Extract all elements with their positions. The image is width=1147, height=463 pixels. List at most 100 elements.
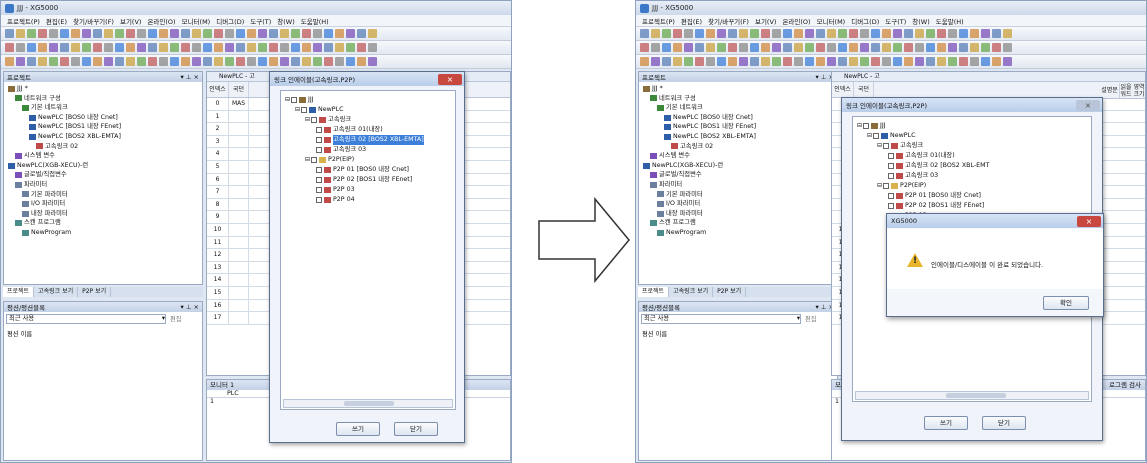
menu-item[interactable]: 창(W) — [274, 16, 297, 26]
tree-node[interactable]: NewPLC [BOS0 내장 Cnet] — [641, 113, 835, 123]
toolbar-button-icon[interactable] — [728, 57, 737, 66]
toolbar-button-icon[interactable] — [71, 29, 80, 38]
close-icon[interactable]: × — [438, 73, 462, 85]
link-tree-node[interactable]: P2P 02 [BOS1 내장 FEnet] — [855, 201, 1089, 211]
checkbox[interactable] — [316, 127, 322, 133]
tree-node[interactable]: JJJ * — [641, 84, 835, 94]
toolbar-button-icon[interactable] — [104, 29, 113, 38]
toolbar-button-icon[interactable] — [27, 43, 36, 52]
toolbar-button-icon[interactable] — [346, 57, 355, 66]
menu-item[interactable]: 프로젝트(P) — [4, 16, 43, 26]
row-type-cell[interactable] — [229, 261, 249, 274]
toolbar-button-icon[interactable] — [750, 43, 759, 52]
toolbar-button-icon[interactable] — [794, 43, 803, 52]
toolbar-button-icon[interactable] — [915, 57, 924, 66]
toolbar-button-icon[interactable] — [970, 57, 979, 66]
toolbar-button-icon[interactable] — [882, 29, 891, 38]
menu-item[interactable]: 찾기/바꾸기(F) — [70, 16, 117, 26]
row-type-cell[interactable] — [229, 148, 249, 160]
toolbar-button-icon[interactable] — [882, 57, 891, 66]
toolbar-button-icon[interactable] — [137, 29, 146, 38]
ok-button[interactable]: 확인 — [1043, 296, 1089, 310]
row-type-cell[interactable]: MAS — [229, 98, 249, 110]
toolbar-button-icon[interactable] — [214, 29, 223, 38]
toolbar-button-icon[interactable] — [728, 29, 737, 38]
toolbar-button-icon[interactable] — [192, 57, 201, 66]
toolbar-button-icon[interactable] — [981, 29, 990, 38]
toolbar-button-icon[interactable] — [651, 43, 660, 52]
link-tree-node[interactable]: 고속링크 03 — [283, 145, 453, 155]
tab-project[interactable]: 프로젝트 — [3, 287, 35, 297]
toolbar-button-icon[interactable] — [38, 29, 47, 38]
toolbar-button-icon[interactable] — [871, 43, 880, 52]
toolbar-button-icon[interactable] — [49, 57, 58, 66]
tree-node[interactable]: NewPLC [BOS1 내장 FEnet] — [641, 122, 835, 132]
menu-item[interactable]: 편집(E) — [43, 16, 70, 26]
toolbar-button-icon[interactable] — [695, 29, 704, 38]
toolbar-button-icon[interactable] — [258, 29, 267, 38]
link-tree-node[interactable]: 고속링크 01(내장) — [855, 151, 1089, 161]
toolbar-button-icon[interactable] — [313, 43, 322, 52]
toolbar-button-icon[interactable] — [16, 57, 25, 66]
toolbar-button-icon[interactable] — [159, 57, 168, 66]
link-tree-node[interactable]: P2P 03 — [283, 185, 453, 195]
toolbar-button-icon[interactable] — [937, 29, 946, 38]
toolbar-button-icon[interactable] — [159, 43, 168, 52]
toolbar-button-icon[interactable] — [170, 43, 179, 52]
menu-item[interactable]: 찾기/바꾸기(F) — [705, 16, 752, 26]
toolbar-button-icon[interactable] — [16, 43, 25, 52]
toolbar-button-icon[interactable] — [750, 57, 759, 66]
edit-button[interactable]: 편집 — [805, 314, 817, 324]
link-tree-node[interactable]: ⊟ JJJ — [855, 121, 1089, 131]
recent-combo[interactable]: 최근 사용 ▾ — [641, 314, 801, 324]
tab-highspeed-link[interactable]: 고속링크 보기 — [34, 287, 79, 297]
expand-toggle-icon[interactable]: ⊟ — [295, 105, 300, 115]
row-type-cell[interactable] — [229, 211, 249, 223]
toolbar-button-icon[interactable] — [860, 43, 869, 52]
toolbar-button-icon[interactable] — [49, 29, 58, 38]
toolbar-button-icon[interactable] — [915, 43, 924, 52]
toolbar-button-icon[interactable] — [739, 29, 748, 38]
toolbar-button-icon[interactable] — [662, 57, 671, 66]
toolbar-button-icon[interactable] — [937, 57, 946, 66]
toolbar-button-icon[interactable] — [695, 43, 704, 52]
toolbar-button-icon[interactable] — [904, 57, 913, 66]
tree-node[interactable]: I/O 파라미터 — [6, 199, 200, 209]
toolbar-button-icon[interactable] — [805, 29, 814, 38]
checkbox[interactable] — [316, 177, 322, 183]
toolbar-button-icon[interactable] — [126, 29, 135, 38]
menu-item[interactable]: 도구(T) — [882, 16, 909, 26]
toolbar-button-icon[interactable] — [673, 29, 682, 38]
toolbar-button-icon[interactable] — [717, 29, 726, 38]
toolbar-button-icon[interactable] — [291, 57, 300, 66]
toolbar-button-icon[interactable] — [684, 57, 693, 66]
tree-node[interactable]: 기본 파라미터 — [641, 190, 835, 200]
toolbar-button-icon[interactable] — [783, 29, 792, 38]
toolbar-button-icon[interactable] — [269, 57, 278, 66]
menu-item[interactable]: 온라인(O) — [779, 16, 813, 26]
row-type-cell[interactable] — [229, 173, 249, 186]
scrollbar-thumb[interactable] — [344, 401, 394, 406]
toolbar-button-icon[interactable] — [203, 57, 212, 66]
menu-item[interactable]: 보기(V) — [752, 16, 779, 26]
tree-node[interactable]: 기본 네트워크 — [6, 103, 200, 113]
menu-item[interactable]: 도움말(H) — [933, 16, 967, 26]
toolbar-button-icon[interactable] — [959, 43, 968, 52]
toolbar-button-icon[interactable] — [805, 57, 814, 66]
menu-item[interactable]: 모니터(M) — [814, 16, 849, 26]
pane-pin-close-icon[interactable]: ▾ ⊥ × — [180, 73, 199, 81]
row-type-cell[interactable] — [229, 186, 249, 198]
toolbar-button-icon[interactable] — [794, 29, 803, 38]
toolbar-button-icon[interactable] — [93, 29, 102, 38]
toolbar-button-icon[interactable] — [893, 29, 902, 38]
pane-pin-close-icon[interactable]: ▾ ⊥ × — [180, 303, 199, 311]
toolbar-button-icon[interactable] — [706, 43, 715, 52]
toolbar-button-icon[interactable] — [104, 57, 113, 66]
toolbar-button-icon[interactable] — [662, 29, 671, 38]
expand-toggle-icon[interactable]: ⊟ — [867, 131, 872, 141]
row-type-cell[interactable] — [229, 198, 249, 211]
close-icon[interactable]: × — [1076, 99, 1100, 111]
recent-combo[interactable]: 최근 사용 ▾ — [6, 314, 166, 324]
toolbar-button-icon[interactable] — [357, 29, 366, 38]
close-button[interactable]: 닫기 — [394, 422, 438, 436]
